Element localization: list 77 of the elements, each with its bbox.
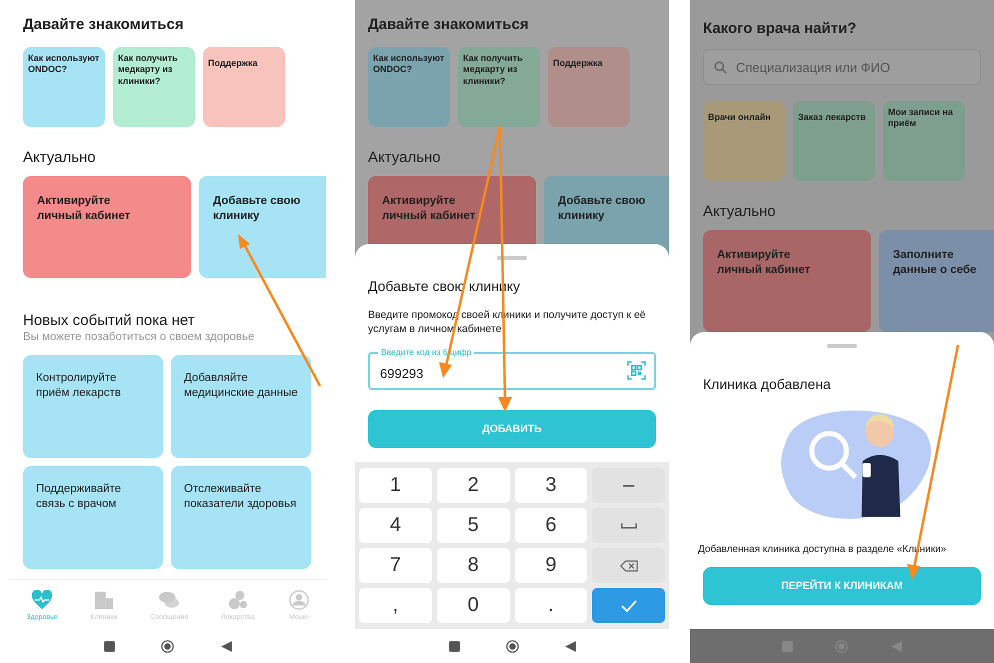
card-title: Поддержка [553, 58, 603, 70]
card-title: Как получить медкарту из клиники? [463, 53, 524, 87]
heart-icon [31, 590, 54, 610]
card-title: Отслеживайте показатели здоровья [184, 482, 298, 512]
card-title: Активируйте личный кабинет [37, 194, 132, 224]
keypad-key[interactable]: 8 [436, 548, 510, 583]
keypad-key[interactable]: , [359, 588, 432, 623]
keypad-key[interactable] [592, 588, 665, 623]
keypad-key[interactable]: 1 [359, 468, 432, 503]
keypad-key[interactable]: 4 [359, 508, 432, 543]
sheet-title: Клиника добавлена [703, 376, 832, 392]
service-card[interactable]: Врачи онлайн [703, 101, 785, 181]
keypad-key[interactable] [592, 548, 665, 583]
section-title: Новых событий пока нет [23, 312, 196, 329]
promo-card[interactable]: Добавьте свою клинику [199, 176, 326, 278]
keypad-key[interactable]: – [592, 468, 665, 503]
pills-icon [226, 590, 249, 610]
info-card[interactable]: Как используют ONDOC? [23, 47, 105, 127]
info-card[interactable]: Как получить медкарту из клиники? [113, 47, 195, 127]
card-title: Добавьте свою клинику [558, 194, 646, 224]
qr-code-icon[interactable] [627, 361, 646, 380]
section-title: Давайте знакомиться [23, 16, 185, 33]
section-title: Актуально [368, 149, 442, 166]
recent-apps-icon[interactable] [448, 640, 460, 652]
back-icon[interactable] [564, 640, 576, 652]
tip-card[interactable]: Контролируйте приём лекарств [23, 355, 163, 458]
info-card[interactable]: Поддержка [548, 47, 630, 127]
keypad-key[interactable]: 6 [514, 508, 588, 543]
section-title: Какого врача найти? [703, 20, 858, 37]
card-title: Как используют ONDOC? [28, 53, 100, 76]
card-title: Заказ лекарств [798, 112, 866, 124]
promo-card[interactable]: Активируйте личный кабинет [23, 176, 191, 278]
card-title: Заполните данные о себе [893, 248, 978, 278]
backspace-icon [620, 560, 638, 572]
info-card[interactable]: Как используют ONDOC? [368, 47, 450, 127]
keypad-key[interactable]: 7 [359, 548, 432, 583]
building-icon [92, 590, 115, 610]
section-title: Актуально [703, 203, 777, 220]
card-title: Добавляйте медицинские данные [184, 371, 298, 401]
service-card[interactable]: Мои записи на приём [883, 101, 965, 181]
card-title: Поддерживайте связь с врачом [36, 482, 122, 512]
card-title: Как получить медкарту из клиники? [118, 53, 179, 87]
service-card[interactable]: Заказ лекарств [793, 101, 875, 181]
card-title: Активируйте личный кабинет [382, 194, 476, 224]
promo-card[interactable]: Заполните данные о себе [879, 230, 994, 332]
section-title: Давайте знакомиться [368, 16, 530, 33]
section-title: Актуально [23, 149, 97, 166]
card-title: Врачи онлайн [708, 112, 771, 124]
keypad-key[interactable]: 5 [436, 508, 510, 543]
card-title: Мои записи на приём [888, 107, 954, 130]
keypad-key[interactable]: 3 [514, 468, 588, 503]
profile-icon [288, 590, 310, 610]
card-title: Как используют ONDOC? [373, 53, 445, 76]
info-card[interactable]: Как получить медкарту из клиники? [458, 47, 540, 127]
search-icon [714, 61, 727, 74]
home-icon[interactable] [161, 640, 174, 652]
recent-apps-icon[interactable] [102, 640, 116, 652]
tip-card[interactable]: Поддерживайте связь с врачом [23, 466, 163, 569]
keypad-key[interactable]: 9 [514, 548, 588, 583]
card-title: Контролируйте приём лекарств [36, 371, 122, 401]
promo-card[interactable]: Активируйте личный кабинет [703, 230, 871, 332]
tip-card[interactable]: Добавляйте медицинские данные [171, 355, 311, 458]
tip-card[interactable]: Отслеживайте показатели здоровья [171, 466, 311, 569]
info-card[interactable]: Поддержка [203, 47, 285, 127]
floating-label: Введите код из 6 цифр [378, 347, 474, 358]
card-title: Активируйте личный кабинет [717, 248, 812, 278]
home-icon[interactable] [506, 640, 518, 652]
back-icon[interactable] [220, 640, 234, 652]
keypad-key[interactable]: 2 [436, 468, 510, 503]
keypad-key[interactable]: 0 [436, 588, 510, 623]
check-icon [620, 600, 638, 612]
search-field[interactable]: Специализация или ФИО [703, 49, 981, 85]
chat-icon [158, 590, 180, 610]
section-subtitle: Вы можете позаботиться о своем здоровье [23, 331, 256, 343]
card-title: Поддержка [208, 58, 258, 70]
card-title: Добавьте свою клинику [213, 194, 302, 224]
keypad-key[interactable]: . [514, 588, 588, 623]
